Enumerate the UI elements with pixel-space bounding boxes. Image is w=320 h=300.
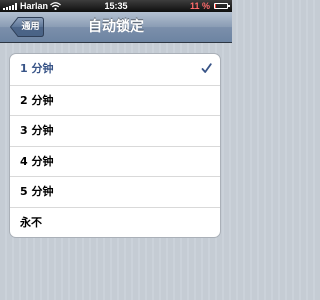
checkmark-icon: [201, 63, 212, 73]
navigation-bar: 通用 自动锁定: [0, 12, 232, 43]
option-row-1-minute[interactable]: 1 分钟: [10, 54, 220, 85]
auto-lock-options: 1 分钟 2 分钟 3 分钟 4 分钟 5 分钟 永不: [9, 53, 221, 238]
option-label: 2 分钟: [20, 93, 54, 107]
option-row-4-minutes[interactable]: 4 分钟: [10, 145, 220, 177]
option-row-5-minutes[interactable]: 5 分钟: [10, 176, 220, 207]
option-row-2-minutes[interactable]: 2 分钟: [10, 84, 220, 116]
option-row-never[interactable]: 永不: [10, 206, 220, 238]
status-bar: Harlan 15:35 11 %: [0, 0, 232, 12]
battery-icon: [214, 3, 230, 9]
option-label: 3 分钟: [20, 124, 54, 137]
option-label: 1 分钟: [20, 62, 54, 75]
option-label: 4 分钟: [20, 154, 54, 168]
battery-percent: 11 %: [189, 1, 210, 11]
option-row-3-minutes[interactable]: 3 分钟: [10, 115, 220, 146]
option-label: 5 分钟: [20, 185, 54, 198]
back-button[interactable]: 通用: [10, 17, 44, 37]
page-title: 自动锁定: [88, 19, 144, 35]
option-label: 永不: [20, 215, 42, 229]
back-button-label: 通用: [21, 22, 40, 32]
battery-level: [215, 4, 217, 8]
